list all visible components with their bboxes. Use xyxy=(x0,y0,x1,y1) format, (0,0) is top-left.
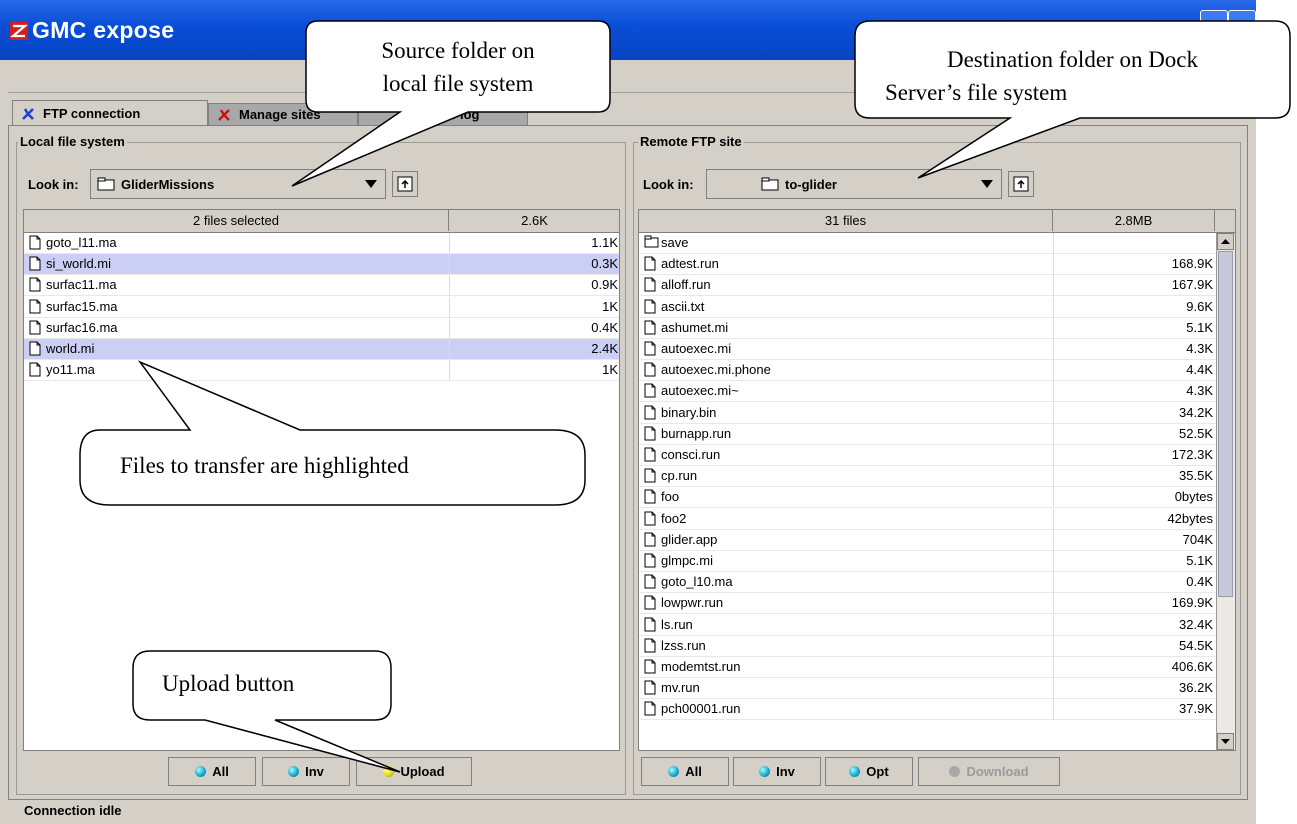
callout-upload-bubble xyxy=(132,650,401,773)
callout-line: Server’s file system xyxy=(885,80,1068,105)
callout-files-text: Files to transfer are highlighted xyxy=(120,453,409,478)
callout-line: Destination folder on Dock xyxy=(946,47,1199,72)
callout-source-text: Source folder on local file system xyxy=(306,34,610,100)
callout-line: local file system xyxy=(382,71,534,96)
callout-line: Source folder on xyxy=(381,38,535,63)
callout-files-bubble xyxy=(79,360,586,506)
callout-upload-text: Upload button xyxy=(162,671,295,696)
callout-overlay xyxy=(79,20,1291,773)
callout-destination-text: Destination folder on Dock Server’s file… xyxy=(855,43,1290,109)
